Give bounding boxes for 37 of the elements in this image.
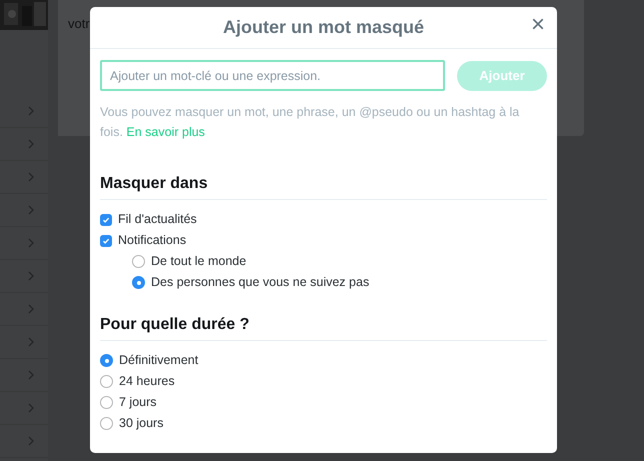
radio-button[interactable] [100, 417, 113, 430]
chevron-right-icon [28, 436, 34, 446]
option-label: 7 jours [119, 394, 157, 412]
option-label: De tout le monde [151, 253, 246, 270]
option-label: Des personnes que vous ne suivez pas [151, 274, 370, 292]
section-heading: Pour quelle durée ? [100, 316, 250, 333]
checkbox[interactable] [100, 234, 112, 246]
option-label: Fil d'actualités [118, 211, 197, 228]
learn-more-link[interactable]: En savoir plus [126, 125, 205, 139]
option-label: Notifications [118, 232, 186, 250]
dialog-title: Ajouter un mot masqué [222, 16, 424, 39]
option-label: 24 heures [119, 373, 175, 390]
radio-button[interactable] [132, 255, 145, 268]
chevron-right-icon [28, 337, 34, 347]
keyword-input-field[interactable]: Ajouter un mot-clé ou une expression. [100, 60, 445, 91]
checkbox[interactable] [100, 214, 112, 226]
chevron-right-icon [28, 172, 34, 182]
check-icon [102, 236, 110, 244]
chevron-right-icon [28, 238, 34, 248]
option-label: 30 jours [119, 415, 164, 432]
radio-button[interactable] [132, 276, 145, 289]
chevron-right-icon [28, 205, 34, 215]
chevron-right-icon [28, 106, 34, 116]
radio-button[interactable] [100, 396, 113, 409]
chevron-right-icon [28, 403, 34, 413]
hint-text: Vous pouvez masquer un mot, une phrase, un @pseudo ou un hashtag à la fois. En savoir plus [99, 104, 520, 141]
chevron-right-icon [28, 139, 34, 149]
background-text: votr [68, 16, 90, 32]
section-heading: Masquer dans [100, 175, 208, 192]
chevron-right-icon [28, 304, 34, 314]
option-label: Définitivement [119, 352, 198, 370]
chevron-right-icon [28, 271, 34, 281]
check-icon [102, 216, 110, 224]
radio-button[interactable] [100, 354, 113, 367]
close-button[interactable]: × [528, 13, 547, 37]
radio-button[interactable] [100, 375, 113, 388]
chevron-right-icon [28, 370, 34, 380]
